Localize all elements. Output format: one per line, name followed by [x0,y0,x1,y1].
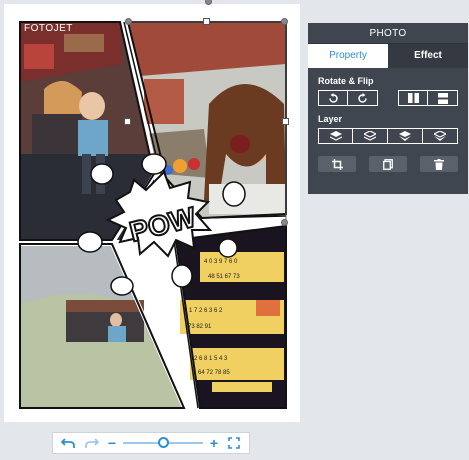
comic-collage[interactable]: POW [4,4,300,422]
bring-forward-icon [364,131,376,141]
panel-title: PHOTO [308,23,468,44]
bring-to-front-icon [329,131,342,141]
rotate-flip-label: Rotate & Flip [318,76,374,86]
fullscreen-icon[interactable] [225,434,243,452]
zoom-in-button[interactable]: + [209,435,219,451]
send-backward-icon [399,131,411,141]
tab-property[interactable]: Property [308,44,388,68]
collage-canvas[interactable]: POW FOTOJET 4 0 3 9 7 6 0 48 51 67 73 8 … [4,0,300,422]
resize-handle-top-left[interactable] [125,18,132,25]
crop-button[interactable] [318,156,356,172]
resize-handle-left[interactable] [124,118,131,125]
flip-vertical-button[interactable] [428,90,458,106]
bring-forward-button[interactable] [353,128,388,144]
fotojet-watermark: FOTOJET [24,23,73,34]
send-backward-button[interactable] [388,128,423,144]
delete-icon [434,158,444,170]
redo-icon[interactable] [83,434,101,452]
zoom-slider-thumb[interactable] [157,437,169,448]
undo-icon[interactable] [59,434,77,452]
crop-icon [331,158,343,170]
rotate-right-icon [358,92,367,103]
flip-horizontal-icon [407,93,419,103]
duplicate-icon [383,158,393,170]
send-to-back-icon [434,131,446,141]
bring-to-front-button[interactable] [318,128,353,144]
resize-handle-bottom-right[interactable] [281,219,288,226]
tab-effect[interactable]: Effect [388,44,468,68]
resize-handle-right[interactable] [282,118,289,125]
photo-panel: PHOTO Property Effect Rotate & Flip Laye… [308,23,468,194]
send-to-back-button[interactable] [423,128,458,144]
rotate-left-button[interactable] [318,90,348,106]
flip-vertical-icon [437,92,448,104]
resize-handle-top-right[interactable] [281,18,288,25]
panel-tabs: Property Effect [308,44,468,68]
zoom-slider[interactable] [123,437,203,448]
resize-handle-top[interactable] [203,18,210,25]
delete-button[interactable] [420,156,458,172]
zoom-out-button[interactable]: − [107,435,117,451]
layer-label: Layer [318,114,343,124]
duplicate-button[interactable] [369,156,407,172]
rotate-left-icon [328,92,338,103]
flip-horizontal-button[interactable] [398,90,428,106]
zoom-toolbar: − + [52,432,250,454]
rotate-right-button[interactable] [348,90,378,106]
